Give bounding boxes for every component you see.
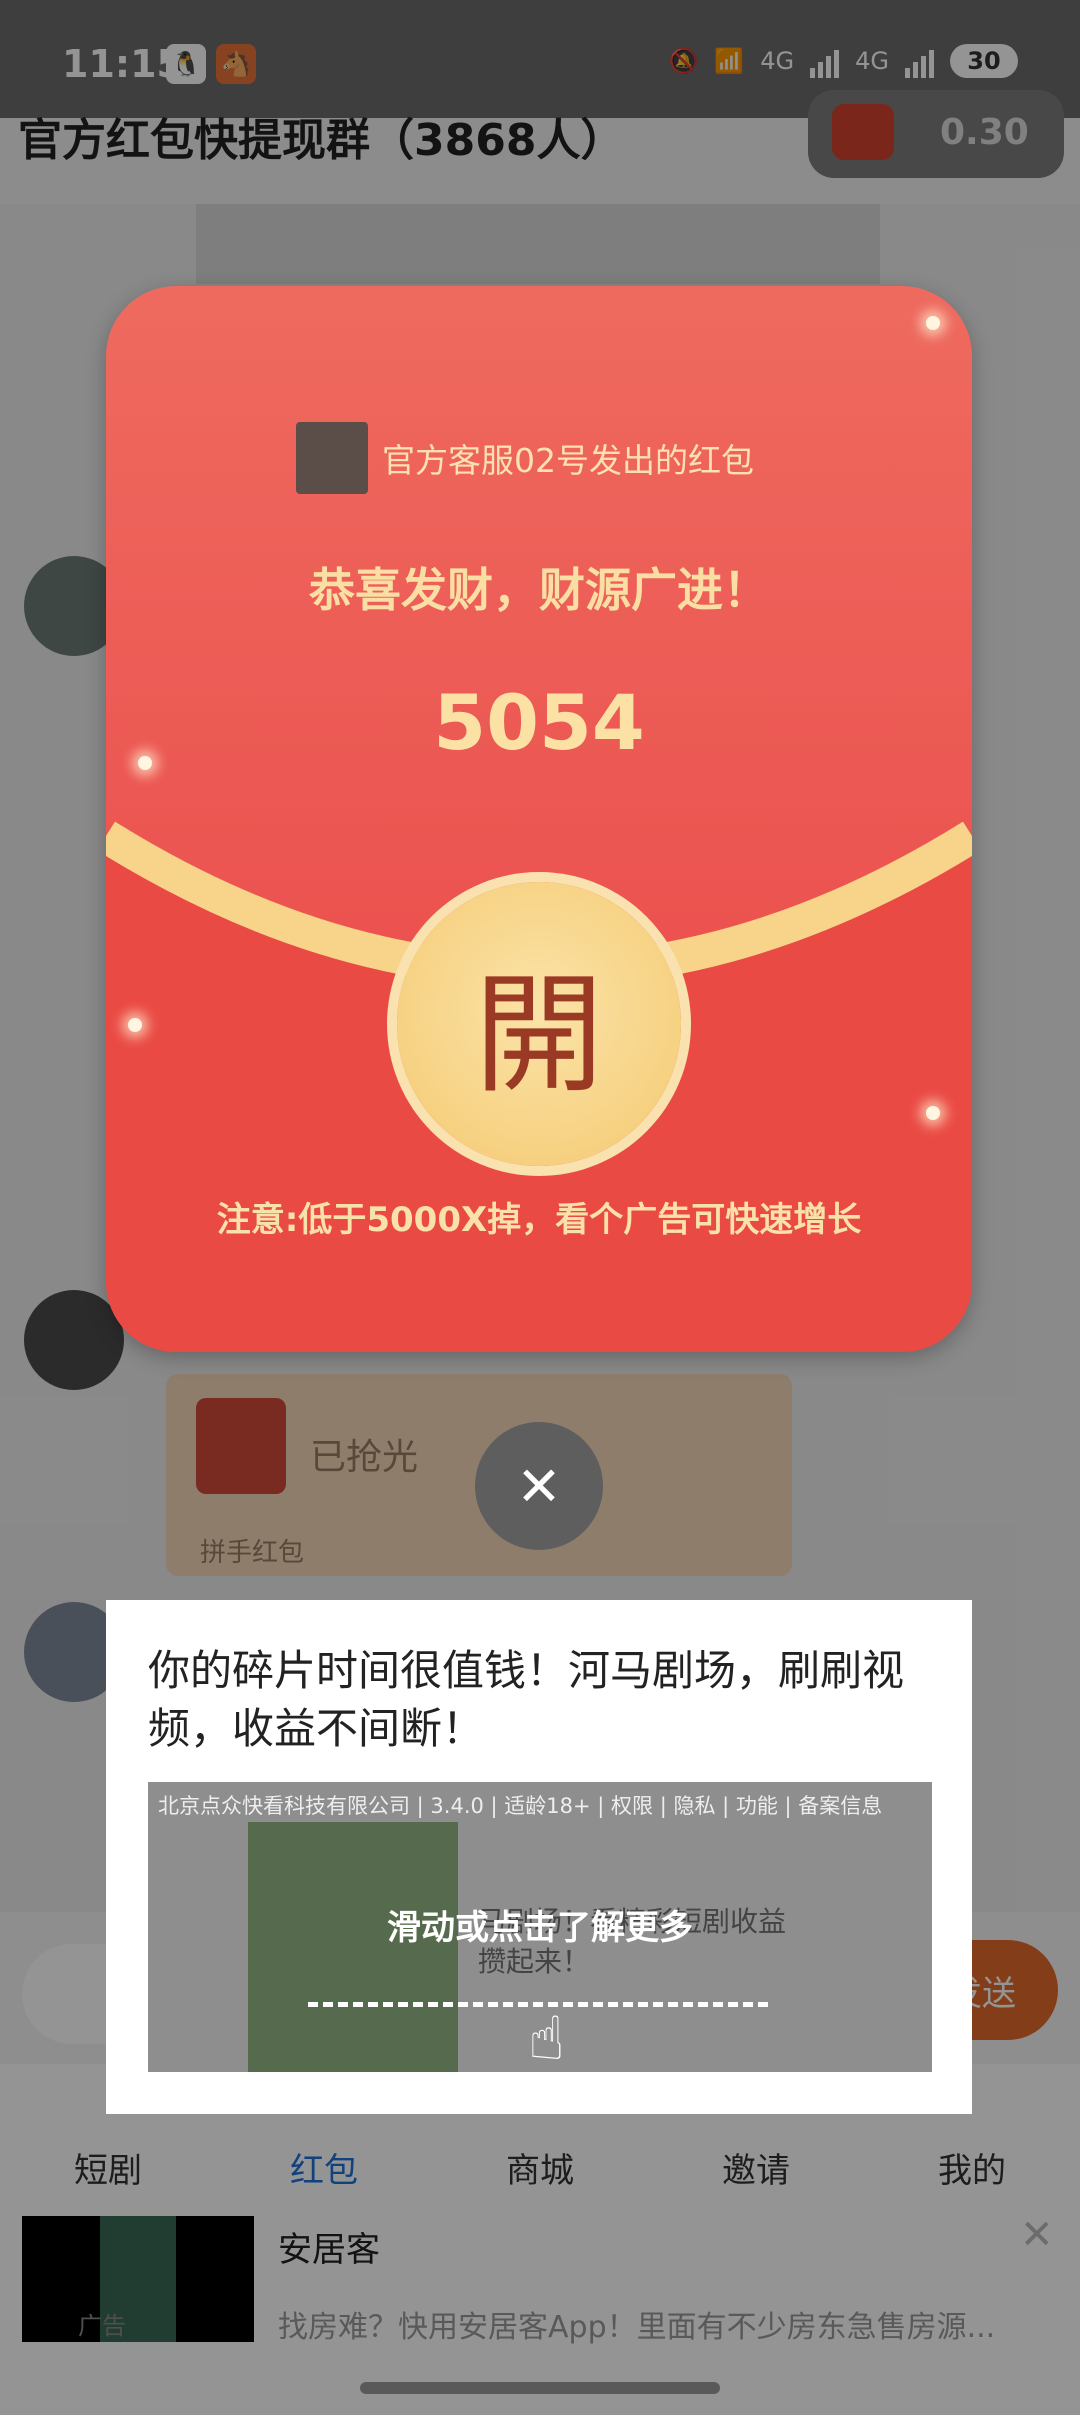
ad-modal[interactable]: 你的碎片时间很值钱！河马剧场，刷刷视频，收益不间断！ 马剧场！看精彩短剧收益攒起… [106, 1600, 972, 2114]
sender-avatar [296, 422, 368, 494]
open-button[interactable]: 開 [397, 882, 681, 1166]
ad-cta[interactable]: 滑动或点击了解更多 [148, 1900, 932, 1949]
hand-pointer-icon: ☝ [528, 2004, 565, 2072]
packet-amount: 5054 [433, 678, 645, 767]
notice-text: 注意:低于5000X掉，看个广告可快速增长 [216, 1200, 862, 1240]
red-envelope-popup: 官方客服02号发出的红包 恭喜发财，财源广进！ 5054 開 注意:低于5000… [106, 286, 972, 1352]
sparkle-icon [926, 316, 940, 330]
sparkle-icon [128, 1018, 142, 1032]
ad-video[interactable]: 马剧场！看精彩短剧收益攒起来！ 北京点众快看科技有限公司 | 3.4.0 | 适… [148, 1782, 932, 2072]
close-icon[interactable]: ✕ [475, 1422, 603, 1550]
sender-row: 官方客服02号发出的红包 [296, 422, 754, 494]
greeting-text: 恭喜发财，财源广进！ [309, 563, 769, 617]
ad-headline[interactable]: 你的碎片时间很值钱！河马剧场，刷刷视频，收益不间断！ [148, 1642, 938, 1758]
sparkle-icon [926, 1106, 940, 1120]
ad-company-info[interactable]: 北京点众快看科技有限公司 | 3.4.0 | 适龄18+ | 权限 | 隐私 |… [158, 1790, 882, 1820]
sender-name: 官方客服02号发出的红包 [382, 441, 754, 480]
